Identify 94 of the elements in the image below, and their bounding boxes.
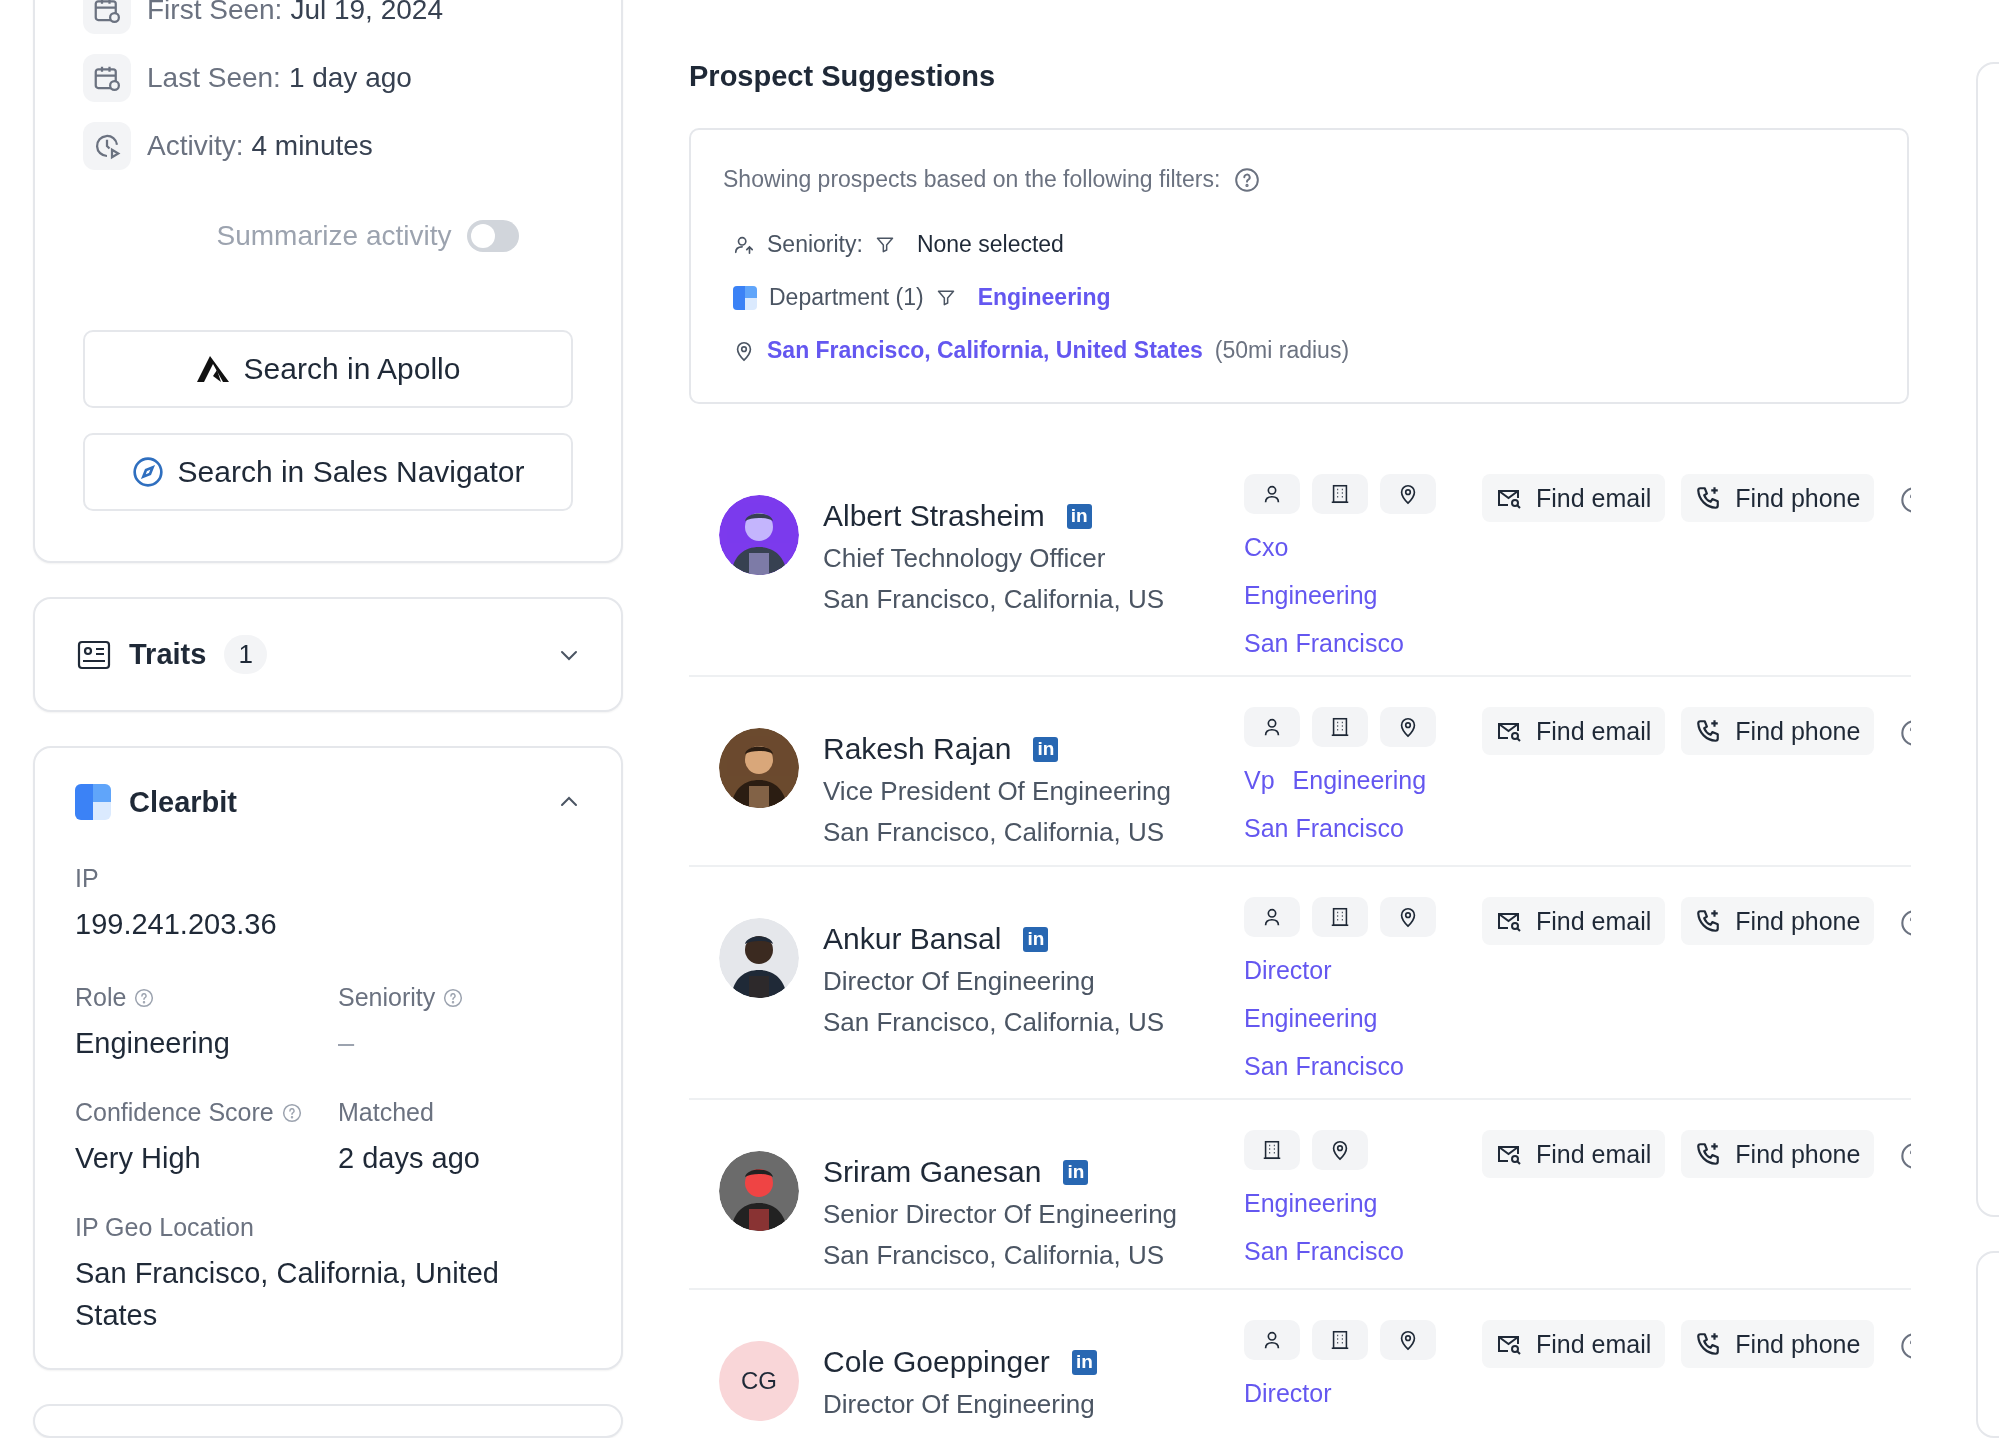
- field-value: –: [338, 1026, 356, 1061]
- find-phone-button[interactable]: Find phone: [1681, 707, 1875, 755]
- find-email-button[interactable]: Find email: [1482, 474, 1666, 522]
- toggle-switch[interactable]: [467, 220, 520, 252]
- avatar-initials: CG: [719, 1341, 799, 1421]
- tag-link[interactable]: Director: [1244, 1378, 1332, 1408]
- filter-label: Department (1): [769, 284, 924, 311]
- prospect-location: San Francisco, California, US: [823, 1007, 1166, 1038]
- field-label: IP: [75, 864, 100, 893]
- clock-icon: [83, 122, 131, 170]
- help-icon[interactable]: [281, 1102, 302, 1123]
- prospect-name: Albert Strasheim: [823, 499, 1045, 533]
- field-label: Matched: [338, 1098, 434, 1127]
- clearbit-logo-icon: [75, 784, 111, 820]
- field-value: Very High: [75, 1141, 202, 1176]
- find-email-button[interactable]: Find email: [1482, 707, 1666, 755]
- prospect-title: Director Of Engineering: [823, 966, 1096, 997]
- find-email-button[interactable]: Find email: [1482, 897, 1666, 945]
- activity-value: 4 minutes: [251, 130, 373, 162]
- prospect-name: Cole Goeppinger: [823, 1345, 1050, 1379]
- help-icon[interactable]: [1234, 166, 1261, 193]
- tag-link[interactable]: San Francisco: [1244, 1051, 1404, 1081]
- field-label: Confidence Score: [75, 1098, 274, 1127]
- tag-link[interactable]: San Francisco: [1244, 628, 1404, 658]
- building-icon: [1261, 1139, 1283, 1161]
- building-icon: [1329, 1329, 1351, 1351]
- phone-plus-icon: [1695, 1141, 1722, 1167]
- prospect-name: Ankur Bansal: [823, 922, 1002, 956]
- find-email-button[interactable]: Find email: [1482, 1320, 1666, 1368]
- tag-link[interactable]: Engineering: [1292, 765, 1427, 795]
- tag-link[interactable]: Cxo: [1244, 532, 1289, 562]
- phone-plus-icon: [1695, 1331, 1722, 1357]
- prospect-name: Sriram Ganesan: [823, 1155, 1042, 1189]
- field-label: IP Geo Location: [75, 1213, 255, 1242]
- prospect-location: San Francisco, California, US: [823, 1240, 1166, 1271]
- clearbit-logo-icon: [733, 285, 757, 310]
- prospect-location: San Francisco, California, US: [823, 817, 1166, 848]
- linkedin-icon[interactable]: in: [1033, 736, 1059, 762]
- section-title: Prospect Suggestions: [689, 60, 997, 93]
- field-value: Engineering: [75, 1026, 231, 1061]
- building-icon: [1329, 906, 1351, 928]
- find-phone-button[interactable]: Find phone: [1681, 474, 1875, 522]
- activity-label: Last Seen:: [147, 62, 281, 94]
- field-value: 2 days ago: [338, 1141, 481, 1176]
- help-icon[interactable]: [134, 987, 155, 1008]
- find-phone-button[interactable]: Find phone: [1681, 897, 1875, 945]
- field-label: Role: [75, 983, 127, 1012]
- find-phone-button[interactable]: Find phone: [1681, 1130, 1875, 1178]
- prospect-title: Director Of Engineering: [823, 1389, 1096, 1420]
- id-card-icon: [77, 639, 111, 670]
- tag-link[interactable]: San Francisco: [1244, 813, 1404, 843]
- linkedin-icon[interactable]: in: [1063, 1159, 1089, 1185]
- prospect-location: San Francisco, California, US: [823, 584, 1166, 615]
- tag-link[interactable]: Engineering: [1244, 580, 1378, 610]
- section-title: Clearbit: [129, 785, 237, 819]
- phone-plus-icon: [1695, 908, 1722, 934]
- tag-link[interactable]: Engineering: [1244, 1188, 1378, 1218]
- linkedin-icon[interactable]: in: [1023, 926, 1049, 952]
- filter-value: None selected: [916, 231, 1064, 258]
- tag-link[interactable]: Director: [1244, 955, 1332, 985]
- filter-value[interactable]: San Francisco, California, United States: [767, 337, 1203, 364]
- compass-icon: [131, 456, 164, 488]
- phone-plus-icon: [1695, 718, 1722, 744]
- prospect-name: Rakesh Rajan: [823, 732, 1012, 766]
- summarize-label: Summarize activity: [216, 220, 452, 252]
- find-phone-button[interactable]: Find phone: [1681, 1320, 1875, 1368]
- find-email-button[interactable]: Find email: [1482, 1130, 1666, 1178]
- activity-label: Activity:: [147, 130, 244, 162]
- search-button[interactable]: Search in Sales Navigator: [83, 433, 573, 511]
- field-value: 199.241.203.36: [75, 907, 278, 942]
- prospect-title: Vice President Of Engineering: [823, 776, 1172, 807]
- building-icon: [1329, 716, 1351, 738]
- prospect-title: Chief Technology Officer: [823, 543, 1107, 574]
- search-button[interactable]: Search in Apollo: [83, 330, 573, 408]
- tag-link[interactable]: Vp: [1244, 765, 1275, 795]
- filter-value[interactable]: Engineering: [977, 284, 1111, 311]
- activity-value: 1 day ago: [288, 62, 412, 94]
- field-value: San Francisco, California, United States: [75, 1256, 500, 1333]
- filters-intro: Showing prospects based on the following filters:: [723, 166, 1221, 193]
- building-icon: [1329, 483, 1351, 505]
- tag-link[interactable]: San Francisco: [1244, 1236, 1404, 1266]
- linkedin-icon[interactable]: in: [1066, 503, 1092, 529]
- section-title: Traits: [129, 638, 207, 671]
- phone-plus-icon: [1695, 485, 1722, 511]
- tag-link[interactable]: Engineering: [1244, 1003, 1378, 1033]
- count-badge: 1: [224, 635, 267, 674]
- filter-label: Seniority:: [767, 231, 863, 258]
- field-label: Seniority: [338, 983, 436, 1012]
- help-icon[interactable]: [443, 987, 464, 1008]
- calendar-icon: [83, 54, 131, 102]
- triangle-logo-icon: [195, 354, 230, 384]
- prospect-title: Senior Director Of Engineering: [823, 1199, 1179, 1230]
- linkedin-icon[interactable]: in: [1071, 1349, 1097, 1375]
- filter-note: (50mi radius): [1214, 337, 1350, 364]
